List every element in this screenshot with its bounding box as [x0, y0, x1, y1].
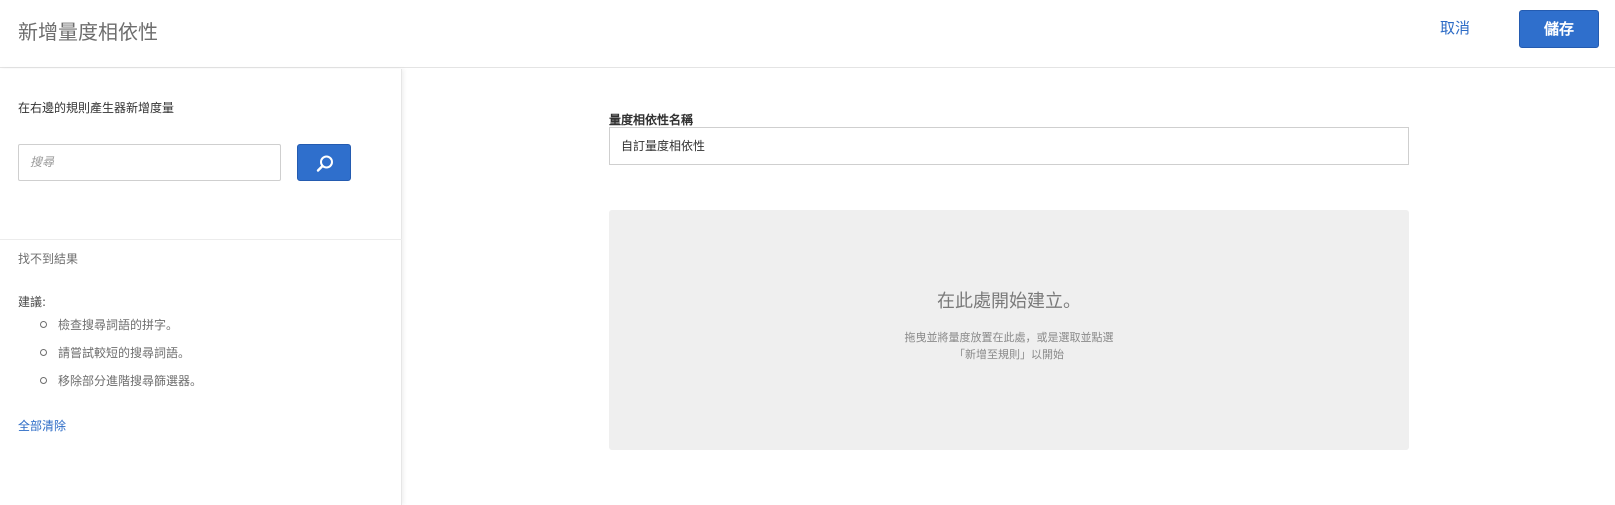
- bullet-icon: [40, 321, 47, 328]
- suggestions-list: 檢查搜尋詞語的拼字。 請嘗試較短的搜尋詞語。 移除部分進階搜尋篩選器。: [40, 314, 202, 398]
- dependency-name-label: 量度相依性名稱: [609, 113, 694, 127]
- bullet-icon: [40, 349, 47, 356]
- drop-zone-hint-line2: 「新增至規則」以開始: [954, 348, 1064, 361]
- drop-zone-hint-line1: 拖曳並將量度放置在此處，或是選取並點選: [904, 331, 1114, 344]
- sidebar-divider: [0, 239, 402, 240]
- suggestion-text: 請嘗試較短的搜尋詞語。: [58, 346, 191, 360]
- suggestion-text: 檢查搜尋詞語的拼字。: [58, 318, 179, 332]
- sidebar-heading: 在右邊的規則產生器新增度量: [18, 101, 175, 115]
- rule-drop-zone[interactable]: 在此處開始建立。 拖曳並將量度放置在此處，或是選取並點選 「新增至規則」以開始: [609, 210, 1409, 450]
- bullet-icon: [40, 377, 47, 384]
- cancel-button[interactable]: 取消: [1440, 16, 1470, 40]
- no-results-text: 找不到結果: [18, 252, 79, 266]
- dependency-name-input[interactable]: 自訂量度相依性: [609, 127, 1409, 165]
- suggestion-text: 移除部分進階搜尋篩選器。: [58, 374, 203, 388]
- clear-all-link[interactable]: 全部清除: [18, 417, 66, 434]
- suggestions-label: 建議:: [18, 295, 47, 309]
- page-title: 新增量度相依性: [18, 20, 158, 44]
- list-item: 移除部分進階搜尋篩選器。: [40, 370, 202, 398]
- search-button[interactable]: [297, 144, 351, 181]
- list-item: 請嘗試較短的搜尋詞語。: [40, 342, 202, 370]
- drop-zone-title: 在此處開始建立。: [937, 291, 1081, 312]
- search-input[interactable]: 搜尋: [18, 144, 281, 181]
- search-icon: [316, 155, 333, 172]
- save-button[interactable]: 儲存: [1519, 10, 1599, 48]
- header-bar: 新增量度相依性 取消 儲存: [0, 0, 1615, 68]
- sidebar: 在右邊的規則產生器新增度量 搜尋 找不到結果 建議: 檢查搜尋詞語的拼字。 請嘗…: [0, 69, 402, 505]
- list-item: 檢查搜尋詞語的拼字。: [40, 314, 202, 342]
- drop-zone-hint: 拖曳並將量度放置在此處，或是選取並點選 「新增至規則」以開始: [609, 329, 1409, 363]
